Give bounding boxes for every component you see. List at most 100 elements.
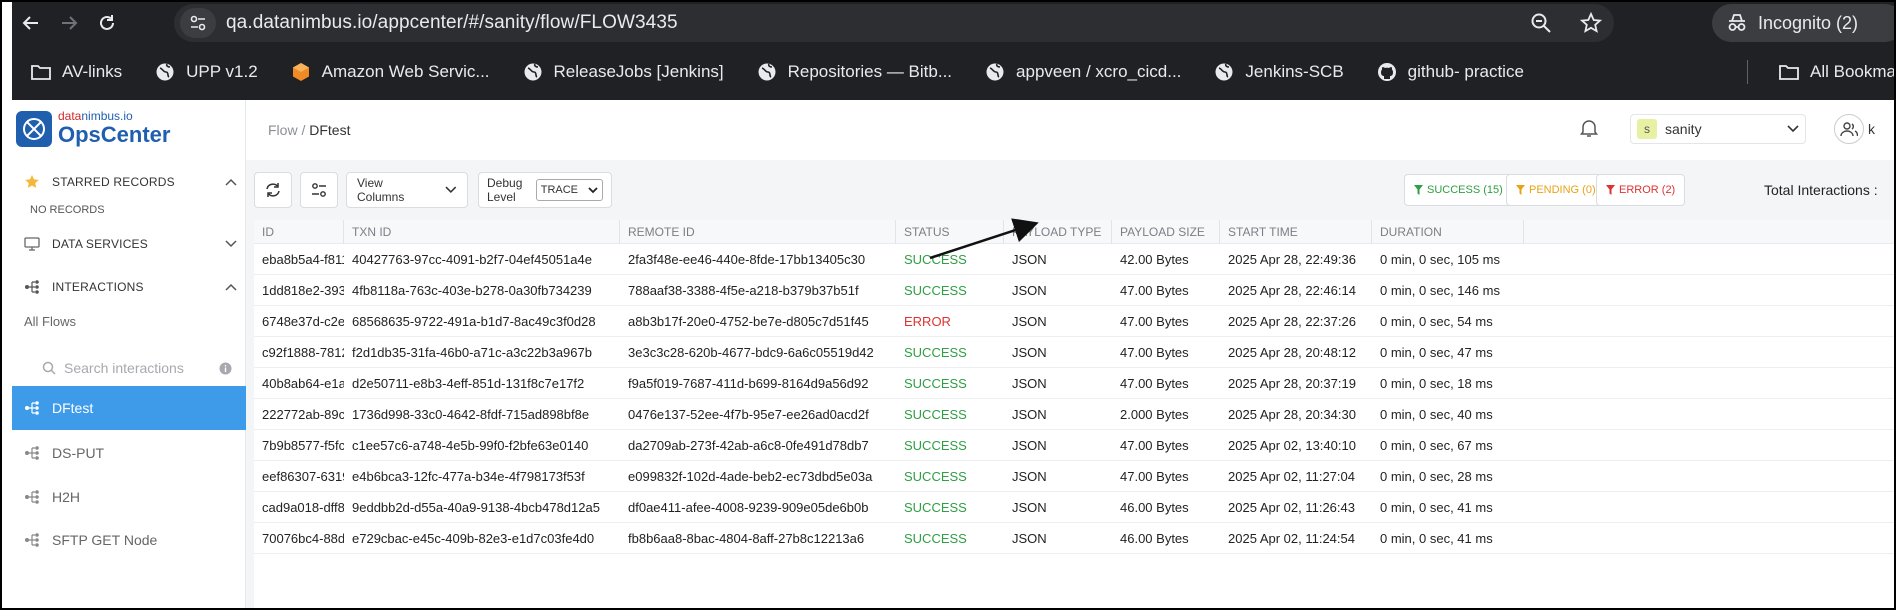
bookmark-item[interactable]: Repositories — Bitb... [756, 61, 952, 83]
cell-txn-id: 1736d998-33c0-4642-8fdf-715ad898bf8e [352, 407, 590, 422]
filter-success-button[interactable]: SUCCESS (15) [1404, 174, 1513, 206]
chevron-up-icon[interactable] [216, 283, 246, 291]
cell-start-time: 2025 Apr 02, 13:40:10 [1228, 438, 1356, 453]
cell-payload-type: JSON [1012, 314, 1047, 329]
cell-remote-id: 788aaf38-3388-4f5e-a218-b379b37b51f [628, 283, 859, 298]
column-header-txn-id[interactable]: TXN ID [344, 220, 620, 244]
data-services-header[interactable]: DATA SERVICES [12, 227, 246, 261]
view-columns-dropdown[interactable]: View Columns [346, 172, 468, 208]
cell-id: cad9a018-dff8-4 [262, 500, 344, 515]
column-header-id[interactable]: ID [254, 220, 344, 244]
column-header-payload-type[interactable]: PAYLOAD TYPE [1004, 220, 1112, 244]
reload-button[interactable] [88, 4, 126, 42]
table-row[interactable]: c92f1888-7812-4 f2d1db35-31fa-46b0-a71c-a… [254, 337, 1894, 368]
cell-payload-type: JSON [1012, 469, 1047, 484]
funnel-icon [1516, 185, 1525, 195]
cell-id: 6748e37d-c2e5-4 [262, 314, 344, 329]
cell-payload-size: 42.00 Bytes [1120, 252, 1189, 267]
table-row[interactable]: 70076bc4-88dc e729cbac-e45c-409b-82e3-e1d… [254, 523, 1894, 554]
browser-toolbar: qa.datanimbus.io/appcenter/#/sanity/flow… [12, 2, 1894, 44]
cell-status: SUCCESS [904, 469, 967, 484]
cell-txn-id: 68568635-9722-491a-b1d7-8ac49c3f0d28 [352, 314, 596, 329]
breadcrumb-root[interactable]: Flow [268, 122, 298, 138]
chevron-down-icon[interactable] [216, 240, 246, 248]
cell-id: eef86307-6319- [262, 469, 344, 484]
user-menu[interactable]: k [1834, 114, 1875, 144]
table-row[interactable]: eba8b5a4-f811-4 40427763-97cc-4091-b2f7-0… [254, 244, 1894, 275]
cell-id: c92f1888-7812-4 [262, 345, 344, 360]
sidebar-flow-sftp-get-node[interactable]: SFTP GET Node [12, 518, 246, 562]
reload-icon [100, 15, 114, 30]
flow-icon [12, 280, 52, 294]
address-bar[interactable]: qa.datanimbus.io/appcenter/#/sanity/flow… [174, 4, 1614, 42]
table-row[interactable]: 6748e37d-c2e5-4 68568635-9722-491a-b1d7-8… [254, 306, 1894, 337]
sidebar-flow-dftest[interactable]: DFtest [12, 386, 246, 430]
cell-payload-size: 2.000 Bytes [1120, 407, 1189, 422]
sidebar-flow-h2h[interactable]: H2H [12, 475, 246, 519]
cell-start-time: 2025 Apr 28, 22:37:26 [1228, 314, 1356, 329]
cell-payload-type: JSON [1012, 345, 1047, 360]
star-icon [12, 174, 52, 190]
table-row[interactable]: 222772ab-89c8- 1736d998-33c0-4642-8fdf-71… [254, 399, 1894, 430]
starred-records-header[interactable]: STARRED RECORDS [12, 164, 246, 200]
workspace-selector[interactable]: s sanity [1630, 114, 1806, 144]
back-button[interactable] [12, 4, 50, 42]
bookmark-item[interactable]: github- practice [1376, 61, 1524, 83]
column-header-payload-size[interactable]: PAYLOAD SIZE [1112, 220, 1220, 244]
all-flows-link[interactable]: All Flows [24, 314, 76, 329]
notifications-button[interactable] [1580, 118, 1598, 143]
cell-payload-type: JSON [1012, 407, 1047, 422]
monitor-icon [12, 237, 52, 251]
cell-payload-size: 47.00 Bytes [1120, 469, 1189, 484]
bookmark-item[interactable]: ReleaseJobs [Jenkins] [522, 61, 724, 83]
cell-status: ERROR [904, 314, 951, 329]
cell-payload-type: JSON [1012, 376, 1047, 391]
total-interactions-label: Total Interactions : [1764, 182, 1878, 198]
site-info-icon[interactable] [180, 8, 216, 38]
interactions-header[interactable]: INTERACTIONS [12, 270, 246, 304]
flow-icon [12, 533, 52, 547]
globe-icon [756, 61, 778, 83]
bookmark-item[interactable]: AV-links [30, 61, 122, 83]
cell-payload-size: 47.00 Bytes [1120, 376, 1189, 391]
sidebar: datanimbus.io OpsCenter STARRED RECORDS … [12, 100, 246, 608]
column-header-duration[interactable]: DURATION [1372, 220, 1524, 244]
filter-settings-button[interactable] [300, 172, 338, 208]
sidebar-flow-ds-put[interactable]: DS-PUT [12, 431, 246, 475]
table-row[interactable]: 7b9b8577-f5fc-4 c1ee57c6-a748-4e5b-99f0-f… [254, 430, 1894, 461]
cell-payload-size: 47.00 Bytes [1120, 314, 1189, 329]
flow-icon [12, 401, 52, 415]
forward-button[interactable] [50, 4, 88, 42]
cell-start-time: 2025 Apr 02, 11:27:04 [1228, 469, 1355, 484]
cell-status: SUCCESS [904, 283, 967, 298]
cell-start-time: 2025 Apr 28, 20:48:12 [1228, 345, 1356, 360]
search-interactions-input[interactable]: Search interactions [42, 356, 232, 380]
chevron-up-icon[interactable] [216, 178, 246, 186]
debug-level-select[interactable]: TRACE [535, 179, 603, 201]
filter-pending-button[interactable]: PENDING (0) [1506, 174, 1606, 206]
cell-start-time: 2025 Apr 02, 11:24:54 [1228, 531, 1355, 546]
info-icon [219, 362, 232, 374]
bookmark-item[interactable]: UPP v1.2 [154, 61, 258, 83]
all-bookmarks-button[interactable]: All Bookma [1778, 61, 1894, 83]
incognito-indicator[interactable]: Incognito (2) [1712, 4, 1894, 42]
column-header-start-time[interactable]: START TIME [1220, 220, 1372, 244]
star-icon[interactable] [1580, 12, 1602, 34]
debug-level-control: Debug Level TRACE [478, 172, 612, 208]
brand-logo[interactable]: datanimbus.io OpsCenter [16, 110, 170, 148]
table-row[interactable]: eef86307-6319- e4b6bca3-12fc-477a-b34e-4f… [254, 461, 1894, 492]
bookmark-item[interactable]: appveen / xcro_cicd... [984, 61, 1181, 83]
table-row[interactable]: cad9a018-dff8-4 9eddbb2d-d55a-40a9-9138-4… [254, 492, 1894, 523]
column-header-status[interactable]: STATUS [896, 220, 1004, 244]
bookmark-item[interactable]: Amazon Web Servic... [290, 61, 490, 83]
refresh-button[interactable] [254, 172, 292, 208]
flow-icon [12, 490, 52, 504]
interactions-table: ID TXN ID REMOTE ID STATUS PAYLOAD TYPE PAYLO… [254, 220, 1894, 608]
filter-error-button[interactable]: ERROR (2) [1596, 174, 1686, 206]
bookmark-item[interactable]: Jenkins-SCB [1213, 61, 1344, 83]
table-row[interactable]: 40b8ab64-e1a2 d2e50711-e8b3-4eff-851d-131… [254, 368, 1894, 399]
zoom-icon[interactable] [1530, 12, 1552, 34]
folder-icon [30, 61, 52, 83]
column-header-remote-id[interactable]: REMOTE ID [620, 220, 896, 244]
table-row[interactable]: 1dd818e2-393f-4 4fb8118a-763c-403e-b278-0… [254, 275, 1894, 306]
